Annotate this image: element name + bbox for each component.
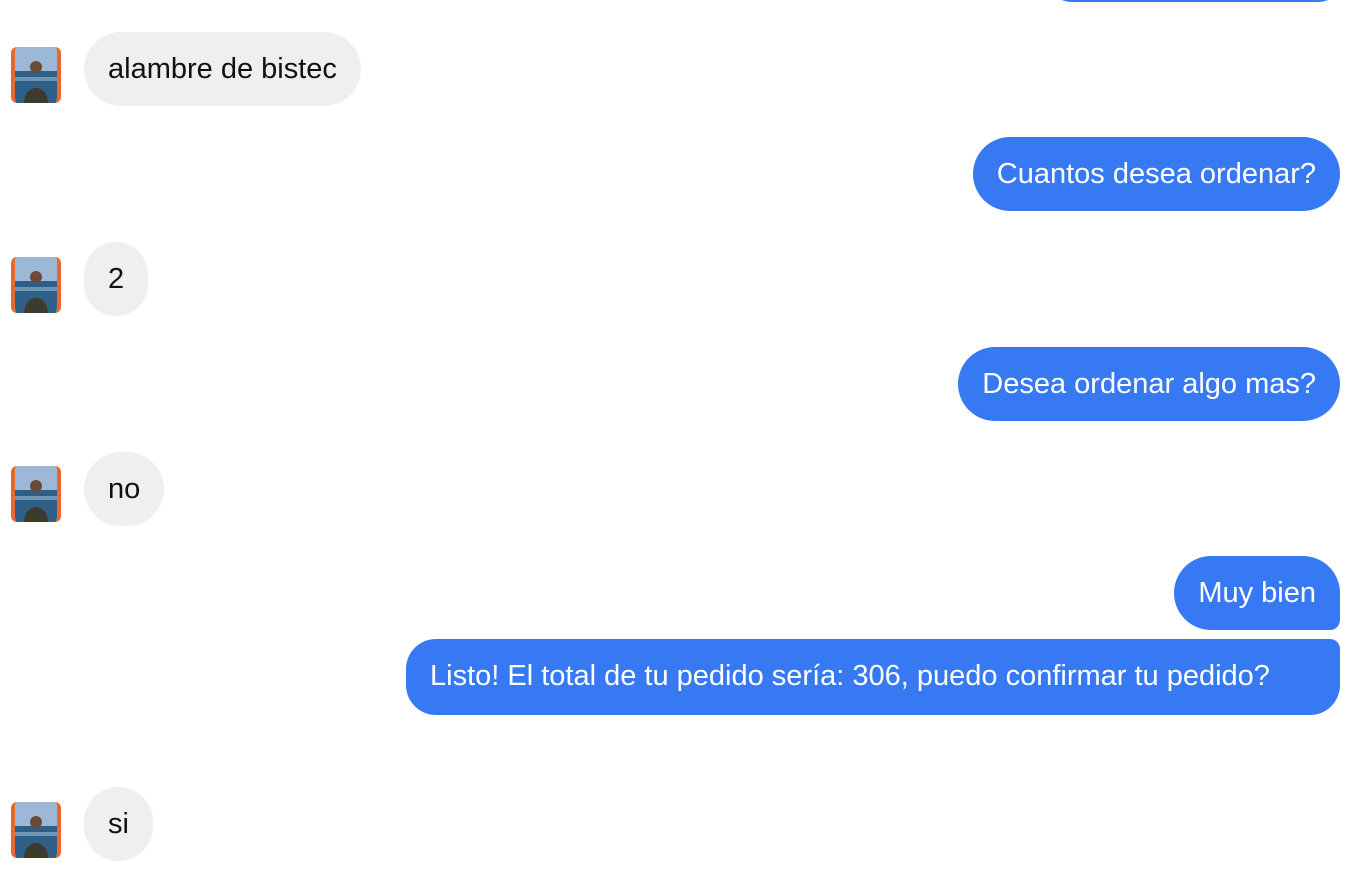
bot-message-bubble: Desea ordenar algo mas? [958, 347, 1340, 421]
user-message-bubble: 2 [84, 242, 149, 316]
user-avatar-icon[interactable] [11, 257, 61, 313]
user-avatar-icon[interactable] [11, 466, 61, 522]
bot-message-row: Muy bien [0, 556, 1370, 630]
user-avatar-icon[interactable] [11, 47, 61, 103]
user-message-row: no [0, 452, 1370, 526]
avatar-photo [15, 802, 57, 858]
bot-message-bubble: Muy bien [1174, 556, 1340, 630]
bot-message-bubble: Cuantos desea ordenar? [972, 137, 1340, 211]
user-message-row: alambre de bistec [0, 32, 1370, 106]
bot-message-row: Desea ordenar algo mas? [0, 347, 1370, 421]
bot-message-row: Cuantos desea ordenar? [0, 137, 1370, 211]
bot-message-bubble: Listo! El total de tu pedido sería: 306,… [406, 639, 1340, 715]
avatar-photo [15, 466, 57, 522]
user-message-bubble: alambre de bistec [84, 32, 361, 106]
user-message-row: 2 [0, 242, 1370, 316]
avatar-photo [15, 257, 57, 313]
bot-message-partial [1050, 0, 1340, 2]
user-avatar-icon[interactable] [11, 802, 61, 858]
avatar-photo [15, 47, 57, 103]
user-message-bubble: si [84, 787, 153, 861]
bot-message-row: Listo! El total de tu pedido sería: 306,… [0, 639, 1370, 757]
user-message-bubble: no [84, 452, 165, 526]
chat-transcript: alambre de bistec Cuantos desea ordenar?… [0, 0, 1370, 892]
user-message-row: si [0, 787, 1370, 861]
